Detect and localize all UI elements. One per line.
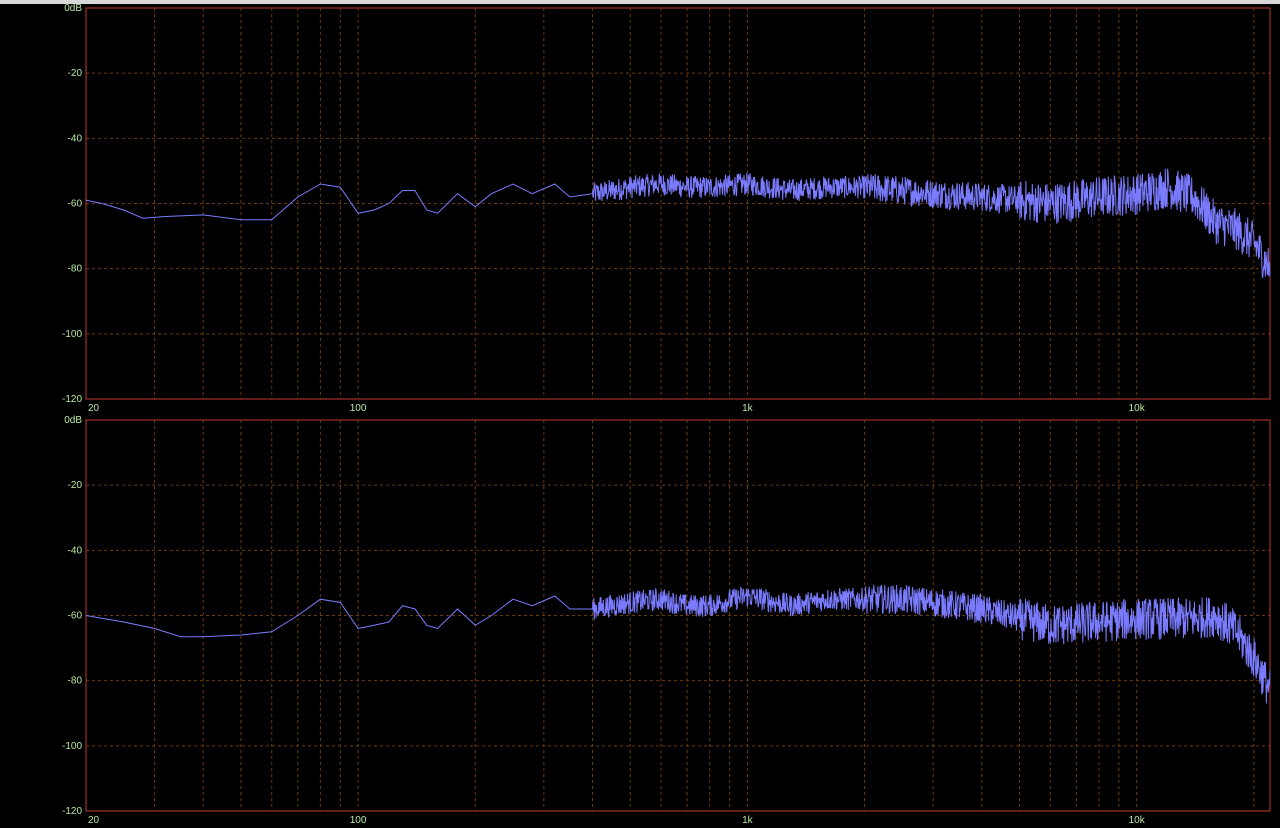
plot-area	[86, 420, 1270, 811]
x-tick-label: 100	[350, 403, 367, 414]
y-tick-label: -60	[68, 611, 83, 622]
y-tick-label: -100	[62, 741, 82, 752]
y-tick-label: -80	[68, 676, 83, 687]
spectrum-plots: 0dB -20 -40 -60 -80 -100 -120 20 100 1k 10k 0dB -20 -…	[62, 4, 1271, 826]
y-tick-label: -40	[68, 545, 83, 556]
x-tick-label: 10k	[1129, 815, 1146, 826]
y-tick-label: -40	[68, 133, 83, 144]
y-tick-label: -80	[68, 264, 83, 275]
y-tick-label: -120	[62, 806, 82, 817]
y-tick-label: -60	[68, 199, 83, 210]
spectrum-panel-2: 0dB -20 -40 -60 -80 -100 -120 20 100 1k 10k	[62, 415, 1271, 826]
spectrum-panel-1: 0dB -20 -40 -60 -80 -100 -120 20 100 1k 10k	[62, 4, 1271, 414]
y-tick-label: -20	[68, 68, 83, 79]
x-tick-label: 20	[88, 403, 100, 414]
y-tick-label: 0dB	[64, 415, 82, 426]
y-tick-label: -100	[62, 329, 82, 340]
y-tick-label: -120	[62, 394, 82, 405]
y-tick-label: 0dB	[64, 4, 82, 14]
x-tick-label: 100	[350, 815, 367, 826]
y-tick-label: -20	[68, 480, 83, 491]
plot-area	[86, 8, 1270, 399]
x-tick-label: 1k	[742, 815, 754, 826]
x-tick-label: 20	[88, 815, 100, 826]
x-tick-label: 10k	[1129, 403, 1146, 414]
x-tick-label: 1k	[742, 403, 754, 414]
